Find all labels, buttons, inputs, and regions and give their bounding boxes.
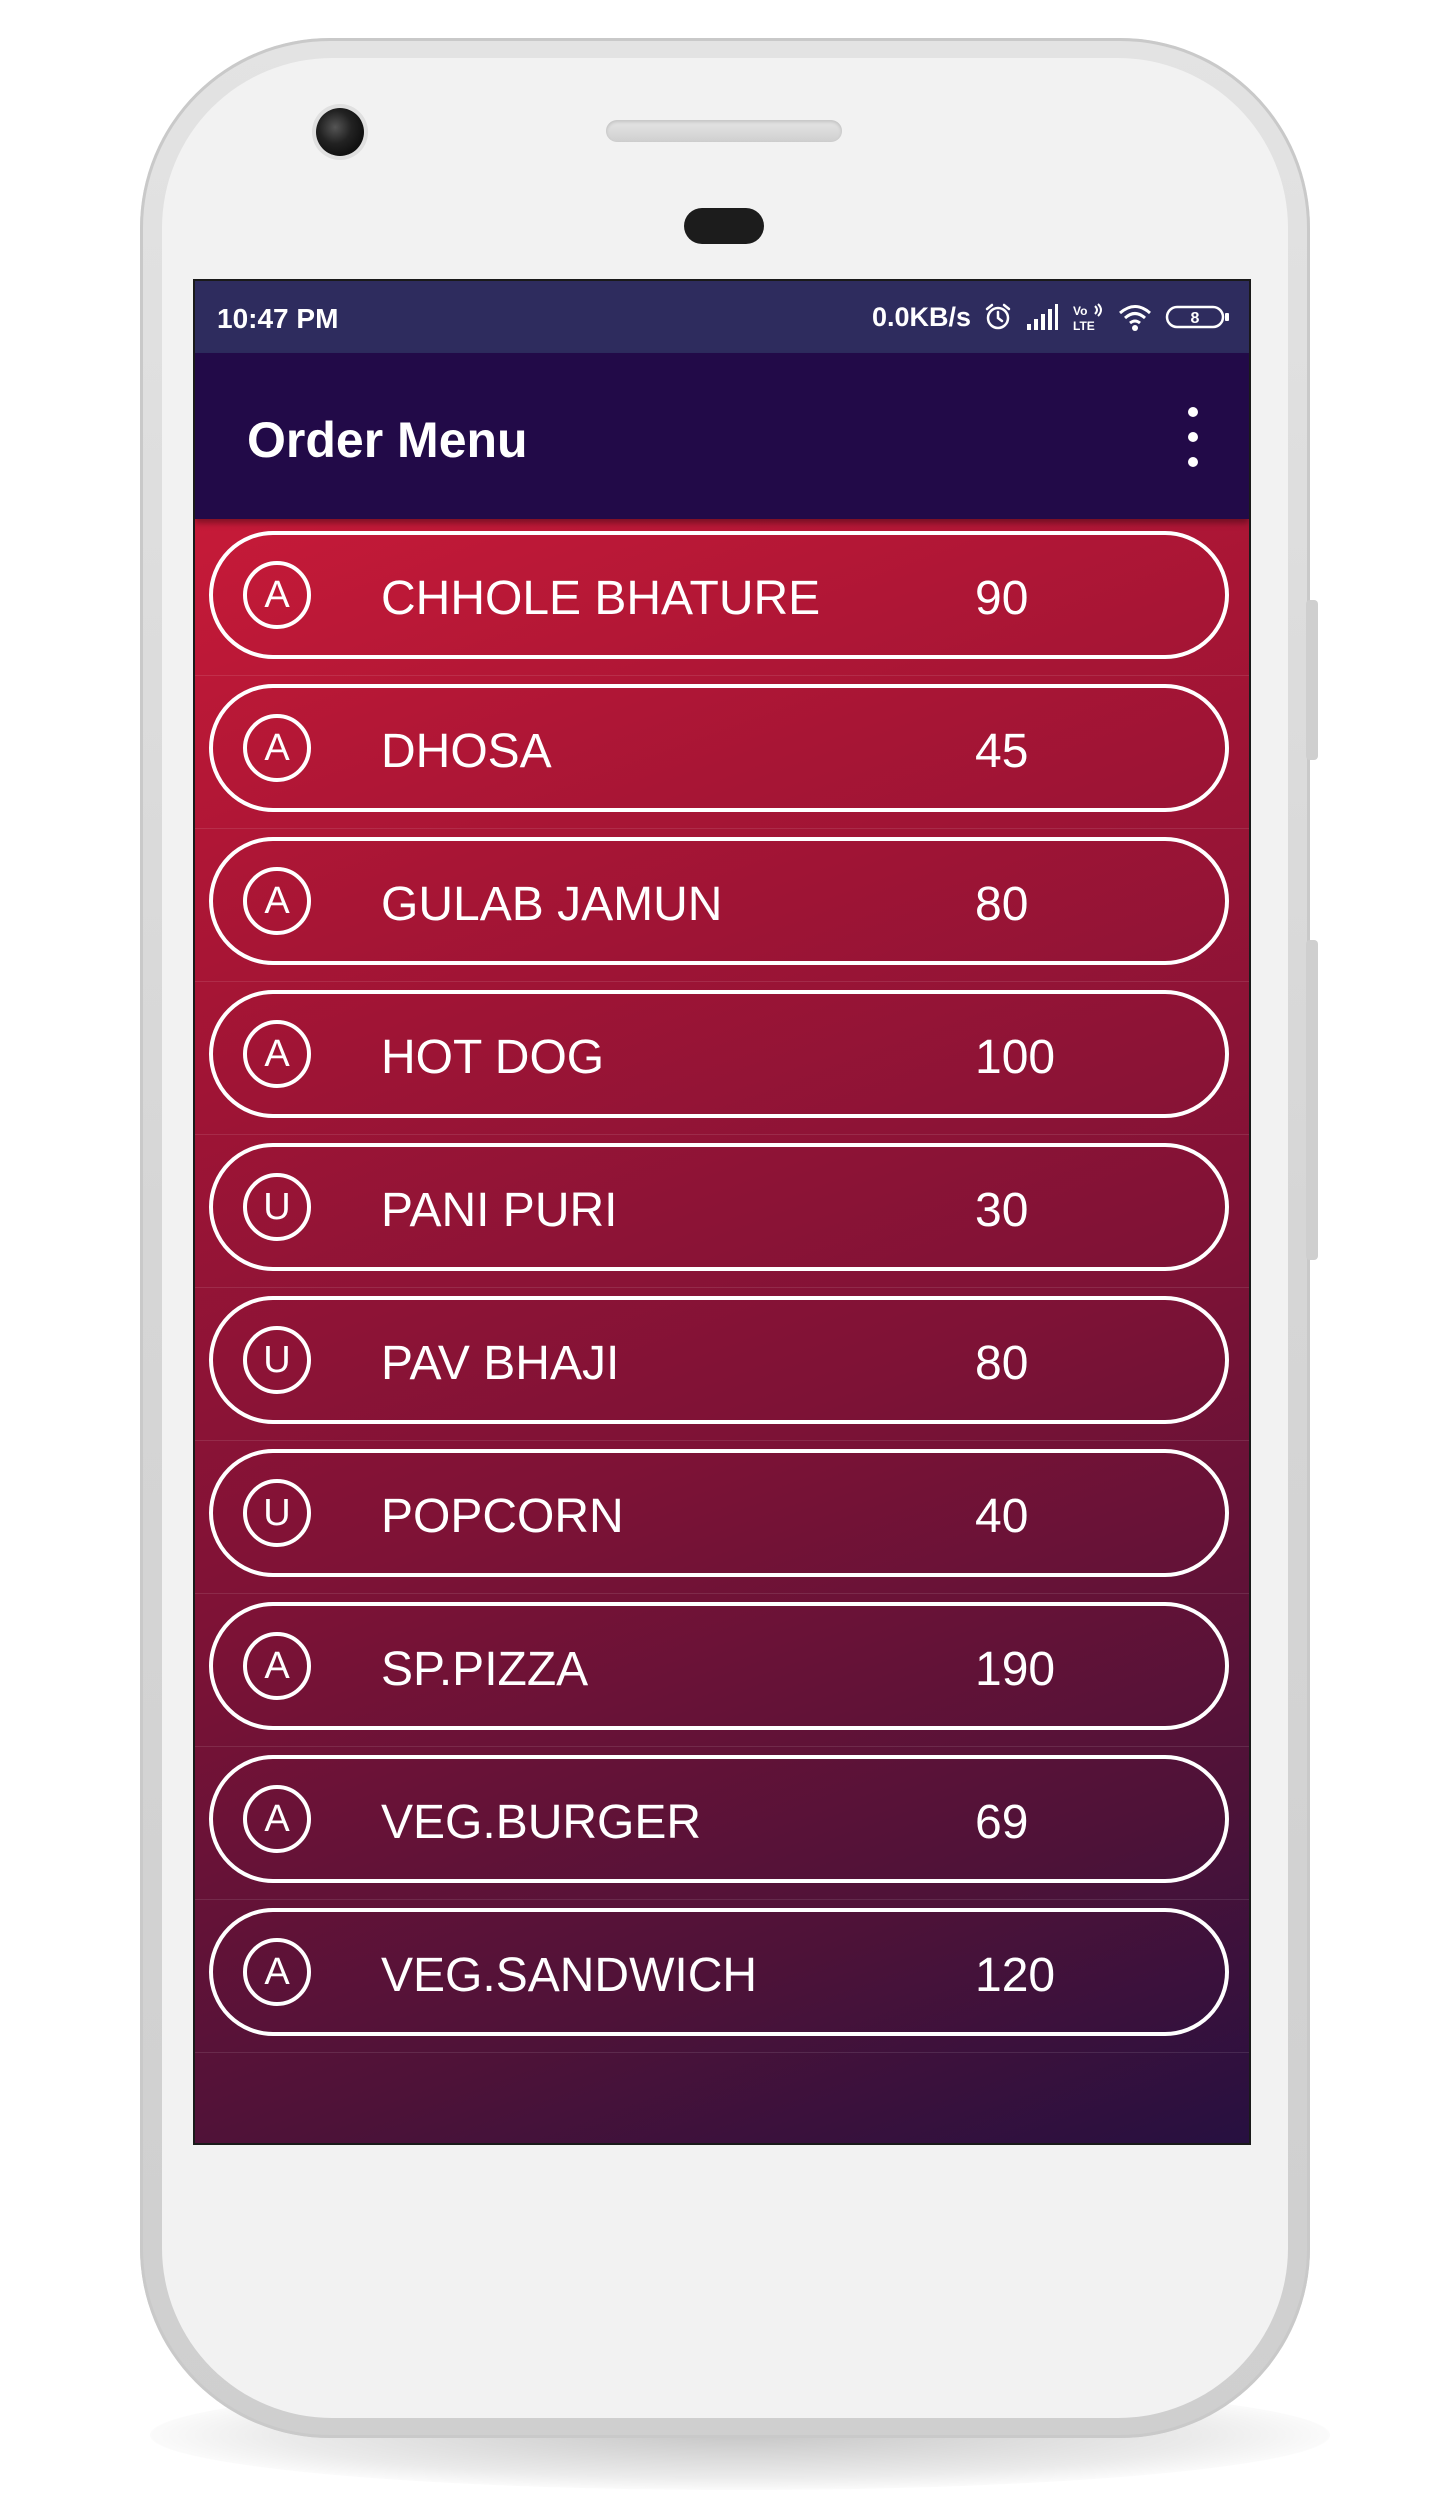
availability-badge: A bbox=[243, 1938, 311, 2006]
menu-item-card[interactable]: A SP.PIZZA 190 bbox=[209, 1602, 1229, 1730]
item-price: 80 bbox=[975, 1337, 1029, 1390]
list-item: A CHHOLE BHATURE 90 bbox=[195, 523, 1249, 676]
availability-badge: A bbox=[243, 1785, 311, 1853]
status-icons: 0.0KB/s Vo LTE 8 bbox=[872, 299, 1231, 335]
list-item: U PAV BHAJI 80 bbox=[195, 1288, 1249, 1441]
availability-badge: A bbox=[243, 561, 311, 629]
menu-dot bbox=[1188, 457, 1198, 467]
availability-badge: A bbox=[243, 1020, 311, 1088]
availability-badge: A bbox=[243, 867, 311, 935]
item-price: 190 bbox=[975, 1643, 1056, 1696]
availability-badge: A bbox=[243, 1632, 311, 1700]
menu-item-card[interactable]: A GULAB JAMUN 80 bbox=[209, 837, 1229, 965]
volume-button bbox=[1306, 940, 1318, 1260]
item-name: POPCORN bbox=[381, 1490, 624, 1543]
list-item: A VEG.BURGER 69 bbox=[195, 1747, 1249, 1900]
item-name: SP.PIZZA bbox=[381, 1643, 589, 1696]
item-name: PANI PURI bbox=[381, 1184, 618, 1237]
availability-badge: U bbox=[243, 1326, 311, 1394]
front-camera bbox=[316, 108, 364, 156]
menu-item-card[interactable]: U POPCORN 40 bbox=[209, 1449, 1229, 1577]
more-vert-icon[interactable] bbox=[1181, 407, 1205, 467]
phone-screen: 10:47 PM 0.0KB/s Vo LTE 8 Order Menu A C… bbox=[193, 279, 1251, 2145]
network-speed: 0.0KB/s bbox=[871, 301, 971, 332]
list-item: A DHOSA 45 bbox=[195, 676, 1249, 829]
item-name: PAV BHAJI bbox=[381, 1337, 620, 1390]
menu-item-card[interactable]: A CHHOLE BHATURE 90 bbox=[209, 531, 1229, 659]
alarm-icon bbox=[983, 302, 1013, 332]
item-price: 90 bbox=[975, 572, 1029, 625]
menu-item-card[interactable]: A VEG.SANDWICH 120 bbox=[209, 1908, 1229, 2036]
power-button bbox=[1306, 600, 1318, 760]
menu-content: A CHHOLE BHATURE 90 A DHOSA 45 A GULAB J… bbox=[195, 519, 1249, 2143]
signal-icon bbox=[1025, 302, 1059, 332]
availability-badge: U bbox=[243, 1479, 311, 1547]
item-price: 69 bbox=[975, 1796, 1029, 1849]
svg-text:Vo: Vo bbox=[1073, 304, 1087, 318]
menu-item-card[interactable]: A DHOSA 45 bbox=[209, 684, 1229, 812]
item-price: 80 bbox=[975, 878, 1029, 931]
status-bar: 10:47 PM 0.0KB/s Vo LTE 8 bbox=[195, 281, 1249, 353]
menu-list: A CHHOLE BHATURE 90 A DHOSA 45 A GULAB J… bbox=[195, 523, 1249, 2053]
menu-item-card[interactable]: A VEG.BURGER 69 bbox=[209, 1755, 1229, 1883]
menu-dot bbox=[1188, 407, 1198, 417]
item-name: DHOSA bbox=[381, 725, 552, 778]
svg-text:LTE: LTE bbox=[1073, 319, 1095, 332]
item-price: 120 bbox=[975, 1949, 1056, 2002]
page-title: Order Menu bbox=[247, 412, 528, 468]
list-item: A VEG.SANDWICH 120 bbox=[195, 1900, 1249, 2053]
item-price: 100 bbox=[975, 1031, 1056, 1084]
item-price: 45 bbox=[975, 725, 1029, 778]
volte-icon: Vo LTE bbox=[1071, 302, 1105, 333]
item-name: CHHOLE BHATURE bbox=[381, 572, 821, 625]
item-name: VEG.BURGER bbox=[381, 1796, 702, 1849]
wifi-icon bbox=[1117, 302, 1153, 332]
proximity-sensor bbox=[684, 208, 764, 244]
battery-level: 8 bbox=[1191, 310, 1200, 327]
list-item: U PANI PURI 30 bbox=[195, 1135, 1249, 1288]
menu-dot bbox=[1188, 432, 1198, 442]
menu-item-card[interactable]: A HOT DOG 100 bbox=[209, 990, 1229, 1118]
item-name: HOT DOG bbox=[381, 1031, 605, 1084]
list-item: U POPCORN 40 bbox=[195, 1441, 1249, 1594]
availability-badge: A bbox=[243, 714, 311, 782]
list-item: A HOT DOG 100 bbox=[195, 982, 1249, 1135]
item-price: 40 bbox=[975, 1490, 1029, 1543]
battery-icon: 8 bbox=[1165, 302, 1231, 332]
menu-item-card[interactable]: U PANI PURI 30 bbox=[209, 1143, 1229, 1271]
item-name: VEG.SANDWICH bbox=[381, 1949, 758, 2002]
item-price: 30 bbox=[975, 1184, 1029, 1237]
list-item: A SP.PIZZA 190 bbox=[195, 1594, 1249, 1747]
menu-item-card[interactable]: U PAV BHAJI 80 bbox=[209, 1296, 1229, 1424]
app-bar: Order Menu bbox=[195, 353, 1249, 519]
earpiece-speaker bbox=[606, 120, 842, 142]
item-name: GULAB JAMUN bbox=[381, 878, 723, 931]
list-item: A GULAB JAMUN 80 bbox=[195, 829, 1249, 982]
status-time: 10:47 PM bbox=[217, 303, 339, 334]
availability-badge: U bbox=[243, 1173, 311, 1241]
